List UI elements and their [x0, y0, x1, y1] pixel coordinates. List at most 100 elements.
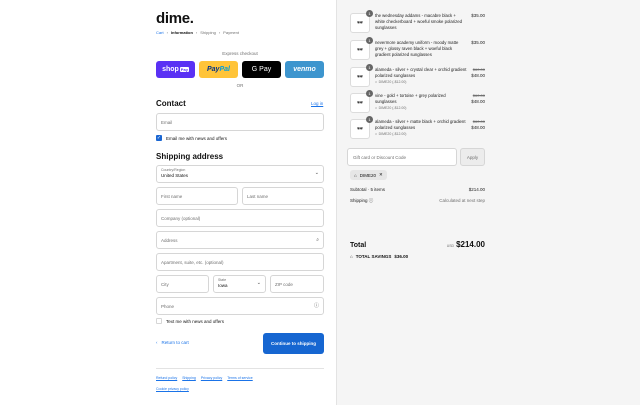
- check-icon[interactable]: ✓: [156, 135, 162, 141]
- text-news-label: Text me with news and offers: [166, 318, 224, 324]
- state-label: State: [218, 278, 227, 282]
- chevron-right-icon: ›: [195, 30, 198, 35]
- refund-policy-link[interactable]: Refund policy: [156, 376, 177, 380]
- discount-code-input[interactable]: Gift card or Discount Code: [347, 148, 457, 166]
- paypal-button[interactable]: Pay Pal: [199, 61, 238, 78]
- google-pay-logo: G Pay: [251, 66, 272, 73]
- quantity-badge: 1: [366, 37, 373, 44]
- apartment-placeholder: Apartment, suite, etc. (optional): [161, 259, 224, 265]
- store-logo[interactable]: dime.: [156, 10, 194, 27]
- total-savings: ⌂ TOTAL SAVINGS $36.00: [350, 254, 408, 259]
- shop-pay-button[interactable]: shop Pay: [156, 61, 195, 78]
- chevron-left-icon: ‹: [156, 340, 158, 345]
- google-pay-button[interactable]: G Pay: [242, 61, 281, 78]
- email-news-checkbox-row[interactable]: ✓ Email me with news and offers: [156, 135, 227, 141]
- sunglasses-icon: 🕶: [356, 74, 364, 80]
- help-circle-icon[interactable]: ⓘ: [369, 198, 374, 203]
- zip-placeholder: ZIP code: [275, 281, 293, 287]
- phone-placeholder: Phone: [161, 303, 175, 309]
- state-select[interactable]: State Iowa ⌄: [213, 275, 266, 293]
- breadcrumb-information: Information: [170, 30, 193, 35]
- currency-code: USD: [446, 244, 455, 248]
- search-icon: ⌕: [316, 237, 319, 243]
- return-to-cart-label: Return to cart: [161, 340, 189, 345]
- total-value: $214.00: [456, 240, 485, 249]
- zip-field[interactable]: ZIP code: [270, 275, 324, 293]
- order-item: 🕶 1 nevermore academy uniform - moody ma…: [350, 37, 485, 64]
- item-name-text: alameda - silver + crystal clear + orchi…: [375, 67, 467, 78]
- checkbox-unchecked[interactable]: [156, 318, 162, 324]
- item-price: $48.00: [471, 124, 485, 130]
- country-select[interactable]: Country/Region United States ⌄: [156, 165, 324, 183]
- chevron-down-icon: ⌄: [314, 170, 319, 176]
- savings-label: TOTAL SAVINGS: [355, 254, 392, 259]
- sunglasses-icon: 🕶: [356, 100, 364, 106]
- privacy-policy-link[interactable]: Privacy policy: [201, 376, 222, 380]
- item-price: $48.00: [471, 72, 485, 78]
- discount-text: DIME20 (-$12.00): [378, 105, 407, 110]
- breadcrumb: Cart › Information › Shipping › Payment: [156, 30, 239, 35]
- item-name: alameda - silver + crystal clear + orchi…: [375, 67, 467, 84]
- shipping-label-group: Shipping ⓘ: [350, 198, 373, 204]
- breadcrumb-shipping: Shipping: [200, 30, 216, 35]
- email-field[interactable]: Email: [156, 113, 324, 131]
- continue-to-shipping-button[interactable]: Continue to shipping: [263, 333, 324, 354]
- login-link[interactable]: Log in: [311, 101, 323, 106]
- help-circle-icon[interactable]: ⓘ: [314, 302, 319, 309]
- last-name-field[interactable]: Last name: [242, 187, 324, 205]
- company-field[interactable]: Company (optional): [156, 209, 324, 227]
- city-placeholder: City: [161, 281, 169, 287]
- tag-icon: ⌂: [350, 254, 353, 259]
- return-to-cart-link[interactable]: ‹ Return to cart: [156, 340, 189, 345]
- cookie-privacy-policy-link[interactable]: Cookie privacy policy: [156, 387, 189, 391]
- contact-heading: Contact: [156, 99, 186, 108]
- first-name-field[interactable]: First name: [156, 187, 238, 205]
- discount-text: DIME20 (-$12.00): [378, 131, 407, 136]
- sunglasses-icon: 🕶: [356, 126, 364, 132]
- breadcrumb-cart[interactable]: Cart: [156, 30, 164, 35]
- paypal-logo-b: Pal: [219, 66, 230, 73]
- city-field[interactable]: City: [156, 275, 209, 293]
- item-name: alameda - silver + matte black + orchid …: [375, 119, 467, 136]
- item-price: $48.00: [471, 98, 485, 104]
- applied-code: DIME20: [359, 172, 376, 178]
- item-name: nevermore academy uniform - moody matte …: [375, 40, 459, 57]
- country-value: United States: [161, 173, 189, 178]
- shipping-row: Shipping ⓘ Calculated at next step: [350, 198, 485, 204]
- sunglasses-icon: 🕶: [356, 20, 364, 26]
- original-price: $60.00: [472, 119, 485, 124]
- close-icon[interactable]: ✕: [379, 172, 383, 178]
- quantity-badge: 1: [366, 10, 373, 17]
- email-news-label: Email me with news and offers: [166, 135, 227, 141]
- subtotal-row: Subtotal · 5 items $214.00: [350, 187, 485, 192]
- total-amount: USD $214.00: [447, 240, 485, 249]
- email-placeholder: Email: [161, 119, 173, 125]
- last-name-placeholder: Last name: [247, 193, 269, 199]
- discount-tag: ⌂ DIME20 (-$12.00): [375, 80, 467, 85]
- item-name: vine - gold + tortoise + grey polarized …: [375, 93, 467, 110]
- terms-of-service-link[interactable]: Terms of service: [227, 376, 252, 380]
- breadcrumb-payment: Payment: [223, 30, 239, 35]
- venmo-button[interactable]: venmo: [285, 61, 324, 78]
- address-placeholder: Address: [161, 237, 178, 243]
- shipping-policy-link[interactable]: Shipping: [182, 376, 196, 380]
- tag-icon: ⌂: [375, 131, 378, 136]
- tag-icon: ⌂: [375, 105, 378, 110]
- apartment-field[interactable]: Apartment, suite, etc. (optional): [156, 253, 324, 271]
- express-pay-buttons: shop Pay Pay Pal G Pay venmo: [156, 61, 324, 78]
- address-field[interactable]: Address ⌕: [156, 231, 324, 249]
- item-name: the wednesday addams - macabre black + w…: [375, 13, 463, 30]
- text-news-checkbox-row[interactable]: Text me with news and offers: [156, 318, 224, 324]
- phone-field[interactable]: Phone ⓘ: [156, 297, 324, 315]
- item-price: $35.00: [471, 40, 485, 45]
- shipping-address-heading: Shipping address: [156, 152, 224, 161]
- chevron-down-icon: ⌄: [256, 280, 261, 286]
- tag-icon: ⌂: [375, 79, 378, 84]
- shop-pay-logo: shop: [162, 66, 179, 73]
- apply-button[interactable]: Apply: [460, 148, 485, 166]
- discount-code-placeholder: Gift card or Discount Code: [353, 154, 407, 160]
- sunglasses-icon: 🕶: [356, 47, 364, 53]
- total-label: Total: [350, 242, 367, 249]
- subtotal-value: $214.00: [468, 187, 485, 192]
- first-name-placeholder: First name: [161, 193, 183, 199]
